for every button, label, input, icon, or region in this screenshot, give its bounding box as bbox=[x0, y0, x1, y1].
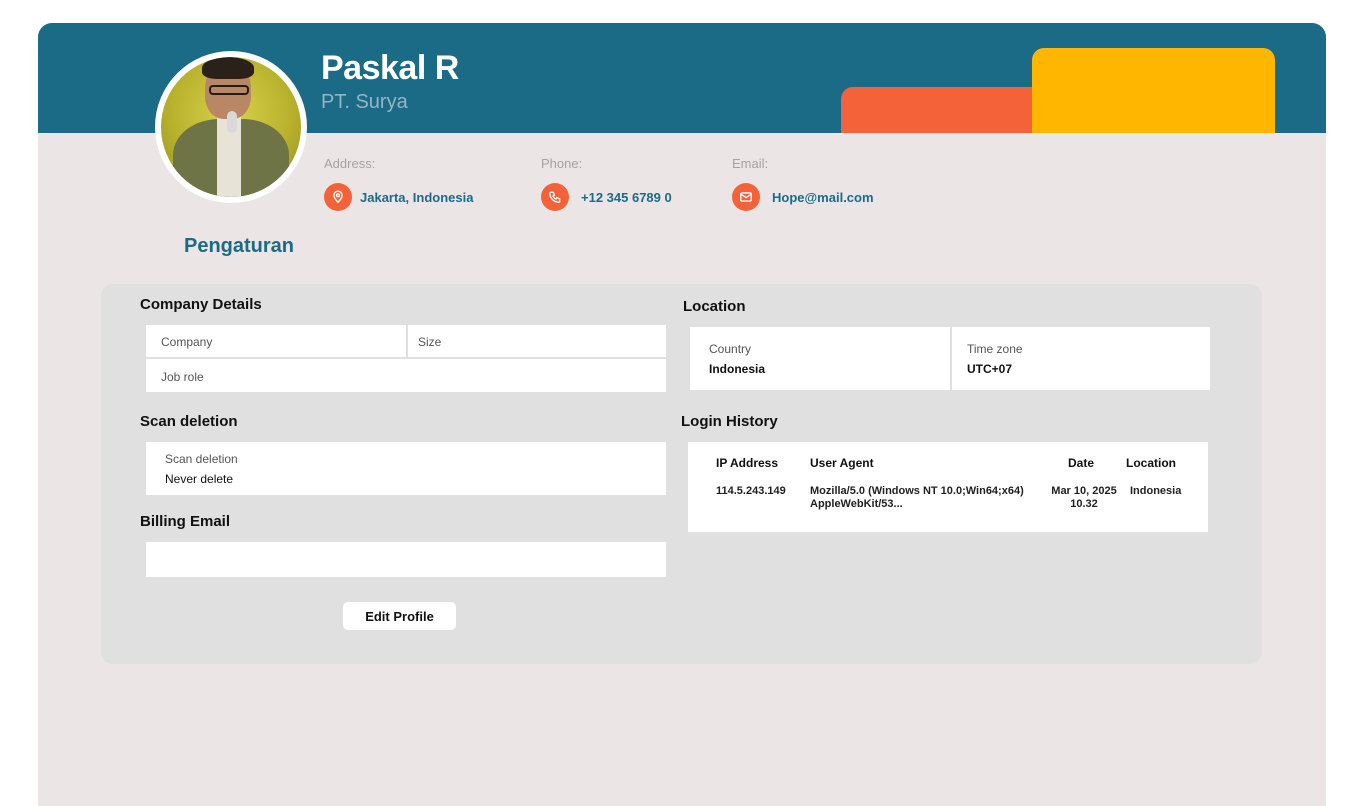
scan-deletion-value: Never delete bbox=[165, 472, 234, 486]
col-user-agent: User Agent bbox=[810, 456, 874, 470]
timezone-label: Time zone bbox=[967, 342, 1023, 356]
row-date-line2: 10.32 bbox=[1070, 498, 1098, 510]
row-location: Indonesia bbox=[1130, 485, 1182, 497]
scan-deletion-label: Scan deletion bbox=[165, 452, 238, 466]
col-ip-address: IP Address bbox=[716, 456, 779, 470]
mail-icon bbox=[732, 183, 760, 211]
row-agent-line2: AppleWebKit/53... bbox=[810, 498, 903, 510]
phone-label: Phone: bbox=[541, 156, 583, 171]
country-label: Country bbox=[709, 342, 752, 356]
job-role-field[interactable]: Job role bbox=[161, 370, 204, 384]
billing-email-input[interactable] bbox=[146, 542, 666, 577]
decor-yellow-shape bbox=[1032, 48, 1275, 133]
scan-deletion-select[interactable]: Scan deletion Never delete bbox=[146, 442, 666, 495]
billing-email-heading: Billing Email bbox=[140, 513, 231, 530]
address-info: Address: Jakarta, Indonesia bbox=[324, 156, 473, 211]
location-box: Country Indonesia Time zone UTC+07 bbox=[690, 327, 1210, 390]
address-label: Address: bbox=[324, 156, 376, 171]
email-value: Hope@mail.com bbox=[772, 189, 874, 205]
row-agent-line1: Mozilla/5.0 (Windows NT 10.0;Win64;x64) bbox=[810, 485, 1024, 497]
decor-orange-shape bbox=[841, 87, 1041, 133]
login-history-heading: Login History bbox=[681, 413, 778, 430]
row-date-line1: Mar 10, 2025 bbox=[1051, 485, 1117, 497]
company-details-heading: Company Details bbox=[140, 296, 262, 313]
col-date: Date bbox=[1068, 456, 1095, 470]
email-label: Email: bbox=[732, 156, 769, 171]
timezone-value[interactable]: UTC+07 bbox=[967, 362, 1012, 376]
profile-card: Paskal R PT. Surya Address: Jakarta, Ind… bbox=[38, 23, 1326, 806]
settings-panel: Company Details Company Size Job role Sc… bbox=[101, 284, 1262, 664]
phone-value: +12 345 6789 0 bbox=[581, 189, 672, 205]
email-info: Email: Hope@mail.com bbox=[732, 156, 874, 211]
phone-info: Phone: +12 345 6789 0 bbox=[541, 156, 672, 211]
company-field[interactable]: Company bbox=[161, 335, 212, 349]
country-value[interactable]: Indonesia bbox=[709, 362, 765, 376]
profile-company: PT. Surya bbox=[321, 91, 408, 113]
profile-name: Paskal R bbox=[321, 49, 459, 87]
location-heading: Location bbox=[683, 298, 746, 315]
company-details-box: Company Size Job role bbox=[146, 325, 666, 392]
page-title: Pengaturan bbox=[184, 235, 295, 257]
login-history-table: IP Address User Agent Date Location 114.… bbox=[688, 442, 1208, 532]
edit-profile-button[interactable]: Edit Profile bbox=[343, 602, 456, 630]
scan-deletion-heading: Scan deletion bbox=[140, 413, 238, 430]
row-ip: 114.5.243.149 bbox=[716, 485, 786, 497]
size-field[interactable]: Size bbox=[418, 335, 441, 349]
avatar-photo bbox=[161, 57, 301, 197]
location-pin-icon bbox=[324, 183, 352, 211]
address-value: Jakarta, Indonesia bbox=[360, 189, 474, 205]
col-location: Location bbox=[1126, 456, 1176, 470]
avatar bbox=[155, 51, 307, 203]
phone-icon bbox=[541, 183, 569, 211]
